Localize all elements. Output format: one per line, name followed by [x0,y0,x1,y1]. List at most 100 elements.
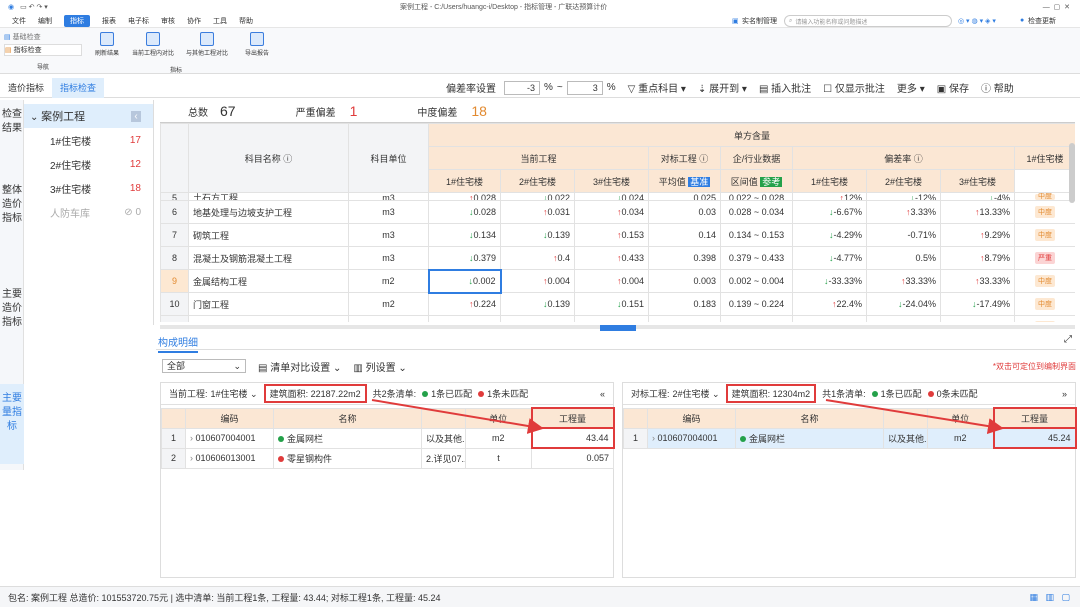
nav-index-check[interactable]: ▤ 指标检查 [4,44,82,56]
compare-current-button[interactable]: 当前工程内对比 [128,32,178,57]
expand-button[interactable]: ⇣ 展开到 ▾ [698,80,747,95]
tree-item[interactable]: 3#住宅楼 18 [24,176,153,200]
search-box[interactable]: ⌕ 请输入功能名称或问题描述 [784,15,952,27]
save-button[interactable]: ▣ 保存 [937,80,969,95]
tree-item[interactable]: 2#住宅楼 12 [24,152,153,176]
current-1[interactable]: ↓0.028 [428,200,501,224]
dev-max-input[interactable]: 3 [566,80,603,95]
view-icons[interactable]: ▦ ▥ ▢ [1029,592,1070,603]
compare-other-button[interactable]: 与其他工程对比 [178,32,236,57]
leftnav-overall-cost[interactable]: 整体造价指标 [0,176,24,280]
realname-button[interactable]: 实名制管理 [742,16,777,26]
tab-index-check[interactable]: 指标检查 [52,77,105,98]
dev-min-input[interactable]: -3 [504,80,540,95]
current-3[interactable]: ↑0.714 [574,315,649,322]
window-controls[interactable]: — ▢ ✕ [1043,3,1070,11]
chevron-down-icon: ⌄ [30,112,39,123]
menu-review[interactable]: 审核 [161,16,175,26]
current-3[interactable]: ↑0.433 [574,246,649,270]
range: 0.002 ~ 0.004 [720,269,793,293]
grid-row[interactable]: 7 砌筑工程 m3 ↓0.134 ↓0.139 ↑0.153 0.14 0.134 ~ 0.1… [160,223,1075,247]
menu-tools[interactable]: 工具 [213,16,227,26]
only-note-toggle[interactable]: ☐ 仅显示批注 [823,80,885,95]
tab-composition[interactable]: 构成明细 [158,334,198,353]
col-settings-button[interactable]: ▥ 列设置 ⌄ [353,359,406,374]
status-bar: 包名: 案例工程 总造价: 101553720.75元 | 选中清单: 当前工程… [0,586,1080,607]
menu-index[interactable]: 指标 [64,14,90,27]
row-number: 6 [160,200,189,224]
current-1[interactable]: ↑0.224 [428,292,501,316]
col-header: 1#住宅楼 [428,169,501,193]
pct-label: % [544,82,553,93]
list-row[interactable]: 1 › 010607004001 金属网栏 以及其他... m2 45.24 [623,427,1077,449]
current-2[interactable]: ↑0.667 [500,315,575,322]
menu-help[interactable]: 帮助 [239,16,253,26]
toolbar-icons[interactable]: ◎ ▾ ◍ ▾ ◈ ▾ [958,17,996,25]
grid-row[interactable]: 11屋面及防水工程m2↓0.632↑0.667↑0.7140.6620.632 … [160,315,1075,322]
update-button[interactable]: 检查更新 [1028,16,1056,26]
ref-badge: 参考 [760,176,783,187]
grid-row[interactable]: 9 金属结构工程 m2 ↓0.002 ↑0.004 ↑0.004 0.003 0.002 ~ … [160,268,1075,294]
current-1[interactable]: ↓0.002 [427,268,502,294]
quick-access-icon[interactable]: ▭ ↶ ↷ ▾ [20,3,48,11]
list-row[interactable]: 2 › 010606013001 零星钢构件 2.详见07... t 0.057 [161,447,614,469]
col-header: 1#住宅楼 [792,169,867,193]
grid-row[interactable]: 6 地基处理与边坡支护工程 m3 ↓0.028 ↑0.031 ↑0.034 0.03 0.02… [160,200,1075,224]
chevrons-icon[interactable]: « [600,389,605,399]
list-row[interactable]: 1 › 010607004001 金属网栏 以及其他... m2 43.44 [161,427,615,449]
current-2[interactable]: ↓0.022 [500,192,575,201]
menu-edit[interactable]: 编制 [38,16,52,26]
nav-basic-check[interactable]: ▤ 基础检查 [4,32,82,44]
current-3[interactable]: ↓0.151 [574,292,649,316]
key-items-button[interactable]: ▽ 重点科目 ▾ [628,80,686,95]
leftnav-check-result[interactable]: 检查结果 [0,100,24,176]
tree-root[interactable]: ⌄ 案例工程 ‹ [24,104,153,128]
tree-item[interactable]: 人防车库 ⊘ 0 [24,200,153,224]
menu-report[interactable]: 报表 [102,16,116,26]
collapse-handle-icon[interactable] [600,325,636,331]
col-header: 2#住宅楼 [500,169,575,193]
splitter[interactable] [160,325,1075,331]
save-icon: ▣ [936,84,947,95]
item-name: 砌筑工程 [188,223,349,247]
grid-row[interactable]: 8 混凝土及钢筋混凝土工程 m3 ↓0.379 ↑0.4 ↑0.433 0.398 0.379… [160,246,1075,270]
help-button[interactable]: ⓘ 帮助 [981,80,1014,95]
menu-collab[interactable]: 协作 [187,16,201,26]
filter-select[interactable]: 全部 ⌄ [162,359,246,373]
current-3[interactable]: ↑0.004 [574,269,649,293]
current-3[interactable]: ↑0.153 [574,223,649,247]
chevrons-right-icon[interactable]: » [1062,389,1067,399]
leftnav-main-qty[interactable]: 主要量指标 [0,384,24,464]
more-button[interactable]: 更多 ▾ [897,80,925,95]
tab-cost-index[interactable]: 造价指标 [0,78,52,98]
leftnav-main-cost[interactable]: 主要造价指标 [0,280,24,384]
grid-scrollbar[interactable] [1069,143,1075,203]
grid-row[interactable]: 5 土石方工程 m3 ↑0.028 ↓0.022 ↓0.024 0.025 0.022 ~ 0… [160,192,1075,201]
proj-select[interactable]: 1#住宅楼 ⌄ [211,387,258,400]
insert-note-button[interactable]: ▤ 插入批注 [759,80,811,95]
current-3[interactable]: ↓0.024 [574,192,649,201]
refresh-button[interactable]: 刷新结果 [86,32,128,57]
current-2[interactable]: ↓0.139 [500,292,575,316]
export-report-button[interactable]: 导出报告 [236,32,278,57]
current-2[interactable]: ↑0.004 [500,269,575,293]
list-settings-button[interactable]: ▤ 清单对比设置 ⌄ [258,359,341,374]
current-2[interactable]: ↓0.139 [500,223,575,247]
collapse-icon[interactable]: ‹ [131,110,141,122]
current-2[interactable]: ↑0.4 [500,246,575,270]
current-2[interactable]: ↑0.031 [500,200,575,224]
menu-ebid[interactable]: 电子标 [128,16,149,26]
status-text: 包名: 案例工程 总造价: 101553720.75元 | 选中清单: 当前工程… [8,592,441,603]
current-1[interactable]: ↓0.134 [428,223,501,247]
current-1[interactable]: ↓0.632 [428,315,501,322]
name: 金属网栏 [735,427,884,449]
bench-proj-select[interactable]: 2#住宅楼 ⌄ [673,387,720,400]
current-1[interactable]: ↓0.379 [428,246,501,270]
fullscreen-icon[interactable]: ⤢ [1064,334,1072,345]
current-3[interactable]: ↑0.034 [574,200,649,224]
tree-item[interactable]: 1#住宅楼 17 [24,128,153,152]
menu-file[interactable]: 文件 [12,16,26,26]
filter-row: 全部 ⌄ ▤ 清单对比设置 ⌄ ▥ 列设置 ⌄ *双击可定位到编制界面 [156,356,1076,376]
grid-row[interactable]: 10 门窗工程 m2 ↑0.224 ↓0.139 ↓0.151 0.183 0.139 ~ 0… [160,292,1075,316]
current-1[interactable]: ↑0.028 [428,192,501,201]
